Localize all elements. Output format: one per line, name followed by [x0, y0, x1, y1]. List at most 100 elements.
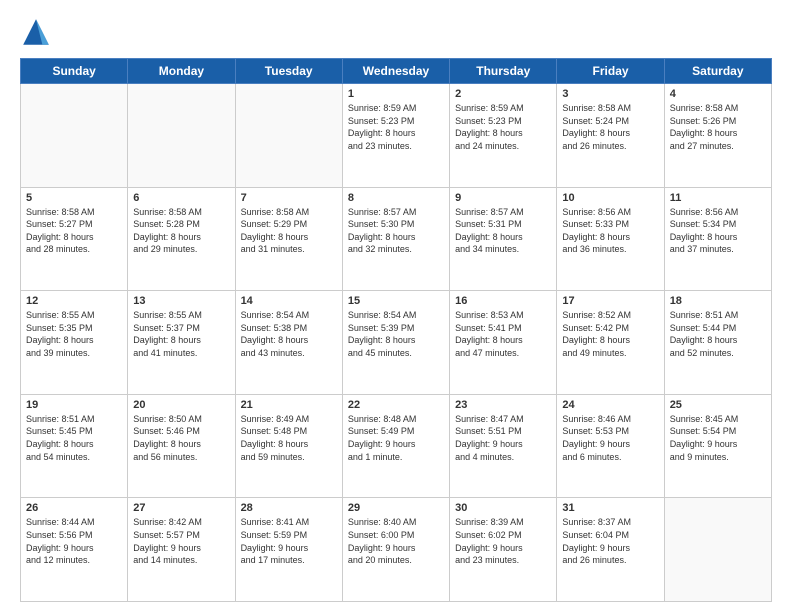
- weekday-header-friday: Friday: [557, 59, 664, 84]
- day-info: Sunrise: 8:52 AMSunset: 5:42 PMDaylight:…: [562, 309, 658, 359]
- day-number: 4: [670, 88, 766, 100]
- day-info: Sunrise: 8:54 AMSunset: 5:39 PMDaylight:…: [348, 309, 444, 359]
- calendar-cell: 12 Sunrise: 8:55 AMSunset: 5:35 PMDayligh…: [21, 291, 128, 395]
- week-row-3: 19 Sunrise: 8:51 AMSunset: 5:45 PMDayligh…: [21, 394, 772, 498]
- week-row-1: 5 Sunrise: 8:58 AMSunset: 5:27 PMDaylight…: [21, 187, 772, 291]
- calendar-cell: 4 Sunrise: 8:58 AMSunset: 5:26 PMDaylight…: [664, 84, 771, 188]
- day-info: Sunrise: 8:42 AMSunset: 5:57 PMDaylight:…: [133, 516, 229, 566]
- calendar-cell: 27 Sunrise: 8:42 AMSunset: 5:57 PMDayligh…: [128, 498, 235, 602]
- calendar-cell: 14 Sunrise: 8:54 AMSunset: 5:38 PMDayligh…: [235, 291, 342, 395]
- day-info: Sunrise: 8:54 AMSunset: 5:38 PMDaylight:…: [241, 309, 337, 359]
- day-number: 24: [562, 399, 658, 411]
- day-number: 9: [455, 192, 551, 204]
- day-info: Sunrise: 8:58 AMSunset: 5:28 PMDaylight:…: [133, 206, 229, 256]
- weekday-header-tuesday: Tuesday: [235, 59, 342, 84]
- calendar-cell: 6 Sunrise: 8:58 AMSunset: 5:28 PMDaylight…: [128, 187, 235, 291]
- day-number: 11: [670, 192, 766, 204]
- logo: [20, 16, 58, 48]
- day-number: 29: [348, 502, 444, 514]
- day-number: 6: [133, 192, 229, 204]
- day-info: Sunrise: 8:40 AMSunset: 6:00 PMDaylight:…: [348, 516, 444, 566]
- calendar-cell: 23 Sunrise: 8:47 AMSunset: 5:51 PMDayligh…: [450, 394, 557, 498]
- day-number: 17: [562, 295, 658, 307]
- day-number: 19: [26, 399, 122, 411]
- calendar-cell: 29 Sunrise: 8:40 AMSunset: 6:00 PMDayligh…: [342, 498, 449, 602]
- weekday-header-sunday: Sunday: [21, 59, 128, 84]
- day-info: Sunrise: 8:53 AMSunset: 5:41 PMDaylight:…: [455, 309, 551, 359]
- day-info: Sunrise: 8:58 AMSunset: 5:26 PMDaylight:…: [670, 102, 766, 152]
- day-info: Sunrise: 8:39 AMSunset: 6:02 PMDaylight:…: [455, 516, 551, 566]
- calendar-cell: 1Sunrise: 8:59 AMSunset: 5:23 PMDaylight…: [342, 84, 449, 188]
- calendar-cell: 24 Sunrise: 8:46 AMSunset: 5:53 PMDayligh…: [557, 394, 664, 498]
- day-number: 31: [562, 502, 658, 514]
- calendar-cell: [128, 84, 235, 188]
- calendar-cell: 15 Sunrise: 8:54 AMSunset: 5:39 PMDayligh…: [342, 291, 449, 395]
- day-number: 2: [455, 88, 551, 100]
- calendar-table: SundayMondayTuesdayWednesdayThursdayFrid…: [20, 58, 772, 602]
- weekday-header-row: SundayMondayTuesdayWednesdayThursdayFrid…: [21, 59, 772, 84]
- calendar-cell: 18 Sunrise: 8:51 AMSunset: 5:44 PMDayligh…: [664, 291, 771, 395]
- calendar-cell: 21 Sunrise: 8:49 AMSunset: 5:48 PMDayligh…: [235, 394, 342, 498]
- day-info: Sunrise: 8:55 AMSunset: 5:35 PMDaylight:…: [26, 309, 122, 359]
- calendar-cell: 8 Sunrise: 8:57 AMSunset: 5:30 PMDaylight…: [342, 187, 449, 291]
- day-number: 27: [133, 502, 229, 514]
- day-info: Sunrise: 8:57 AMSunset: 5:31 PMDaylight:…: [455, 206, 551, 256]
- calendar-cell: 11 Sunrise: 8:56 AMSunset: 5:34 PMDayligh…: [664, 187, 771, 291]
- day-info: Sunrise: 8:59 AMSunset: 5:23 PMDaylight:…: [455, 102, 551, 152]
- weekday-header-thursday: Thursday: [450, 59, 557, 84]
- logo-icon: [20, 16, 52, 48]
- day-number: 15: [348, 295, 444, 307]
- day-number: 22: [348, 399, 444, 411]
- day-number: 30: [455, 502, 551, 514]
- day-number: 1: [348, 88, 444, 100]
- day-number: 21: [241, 399, 337, 411]
- day-info: Sunrise: 8:50 AMSunset: 5:46 PMDaylight:…: [133, 413, 229, 463]
- calendar-cell: 5 Sunrise: 8:58 AMSunset: 5:27 PMDaylight…: [21, 187, 128, 291]
- day-number: 8: [348, 192, 444, 204]
- day-info: Sunrise: 8:55 AMSunset: 5:37 PMDaylight:…: [133, 309, 229, 359]
- calendar-cell: 20 Sunrise: 8:50 AMSunset: 5:46 PMDayligh…: [128, 394, 235, 498]
- weekday-header-saturday: Saturday: [664, 59, 771, 84]
- week-row-4: 26Sunrise: 8:44 AMSunset: 5:56 PMDayligh…: [21, 498, 772, 602]
- day-info: Sunrise: 8:37 AMSunset: 6:04 PMDaylight:…: [562, 516, 658, 566]
- calendar-cell: 9 Sunrise: 8:57 AMSunset: 5:31 PMDaylight…: [450, 187, 557, 291]
- day-number: 3: [562, 88, 658, 100]
- day-info: Sunrise: 8:47 AMSunset: 5:51 PMDaylight:…: [455, 413, 551, 463]
- day-number: 12: [26, 295, 122, 307]
- weekday-header-wednesday: Wednesday: [342, 59, 449, 84]
- calendar-cell: [235, 84, 342, 188]
- day-number: 7: [241, 192, 337, 204]
- day-info: Sunrise: 8:46 AMSunset: 5:53 PMDaylight:…: [562, 413, 658, 463]
- calendar-cell: [664, 498, 771, 602]
- day-number: 5: [26, 192, 122, 204]
- calendar-cell: 17 Sunrise: 8:52 AMSunset: 5:42 PMDayligh…: [557, 291, 664, 395]
- calendar-cell: 3 Sunrise: 8:58 AMSunset: 5:24 PMDaylight…: [557, 84, 664, 188]
- calendar-cell: 28 Sunrise: 8:41 AMSunset: 5:59 PMDayligh…: [235, 498, 342, 602]
- calendar-cell: 10 Sunrise: 8:56 AMSunset: 5:33 PMDayligh…: [557, 187, 664, 291]
- calendar-cell: [21, 84, 128, 188]
- day-number: 23: [455, 399, 551, 411]
- day-info: Sunrise: 8:51 AMSunset: 5:45 PMDaylight:…: [26, 413, 122, 463]
- week-row-0: 1 Sunrise: 8:59 AMSunset: 5:23 PMDaylight…: [21, 84, 772, 188]
- page: SundayMondayTuesdayWednesdayThursdayFrid…: [0, 0, 792, 612]
- day-info: Sunrise: 8:56 AMSunset: 5:33 PMDaylight:…: [562, 206, 658, 256]
- calendar-cell: 22Sunrise: 8:48 AMSunset: 5:49 PMDayligh…: [342, 394, 449, 498]
- day-number: 25: [670, 399, 766, 411]
- week-row-2: 12 Sunrise: 8:55 AMSunset: 5:35 PMDayligh…: [21, 291, 772, 395]
- day-info: Sunrise: 8:58 AMSunset: 5:24 PMDaylight:…: [562, 102, 658, 152]
- day-info: Sunrise: 8:49 AMSunset: 5:48 PMDaylight:…: [241, 413, 337, 463]
- day-info: Sunrise: 8:58 AMSunset: 5:27 PMDaylight:…: [26, 206, 122, 256]
- day-number: 18: [670, 295, 766, 307]
- day-info: Sunrise: 8:44 AMSunset: 5:56 PMDaylight:…: [26, 516, 122, 566]
- day-info: Sunrise: 8:56 AMSunset: 5:34 PMDaylight:…: [670, 206, 766, 256]
- day-info: Sunrise: 8:58 AMSunset: 5:29 PMDaylight:…: [241, 206, 337, 256]
- day-number: 20: [133, 399, 229, 411]
- day-info: Sunrise: 8:51 AMSunset: 5:44 PMDaylight:…: [670, 309, 766, 359]
- day-info: Sunrise: 8:41 AMSunset: 5:59 PMDaylight:…: [241, 516, 337, 566]
- day-info: Sunrise: 8:45 AMSunset: 5:54 PMDaylight:…: [670, 413, 766, 463]
- day-number: 28: [241, 502, 337, 514]
- calendar-cell: 19 Sunrise: 8:51 AMSunset: 5:45 PMDayligh…: [21, 394, 128, 498]
- day-number: 14: [241, 295, 337, 307]
- day-number: 10: [562, 192, 658, 204]
- day-info: Sunrise: 8:57 AMSunset: 5:30 PMDaylight:…: [348, 206, 444, 256]
